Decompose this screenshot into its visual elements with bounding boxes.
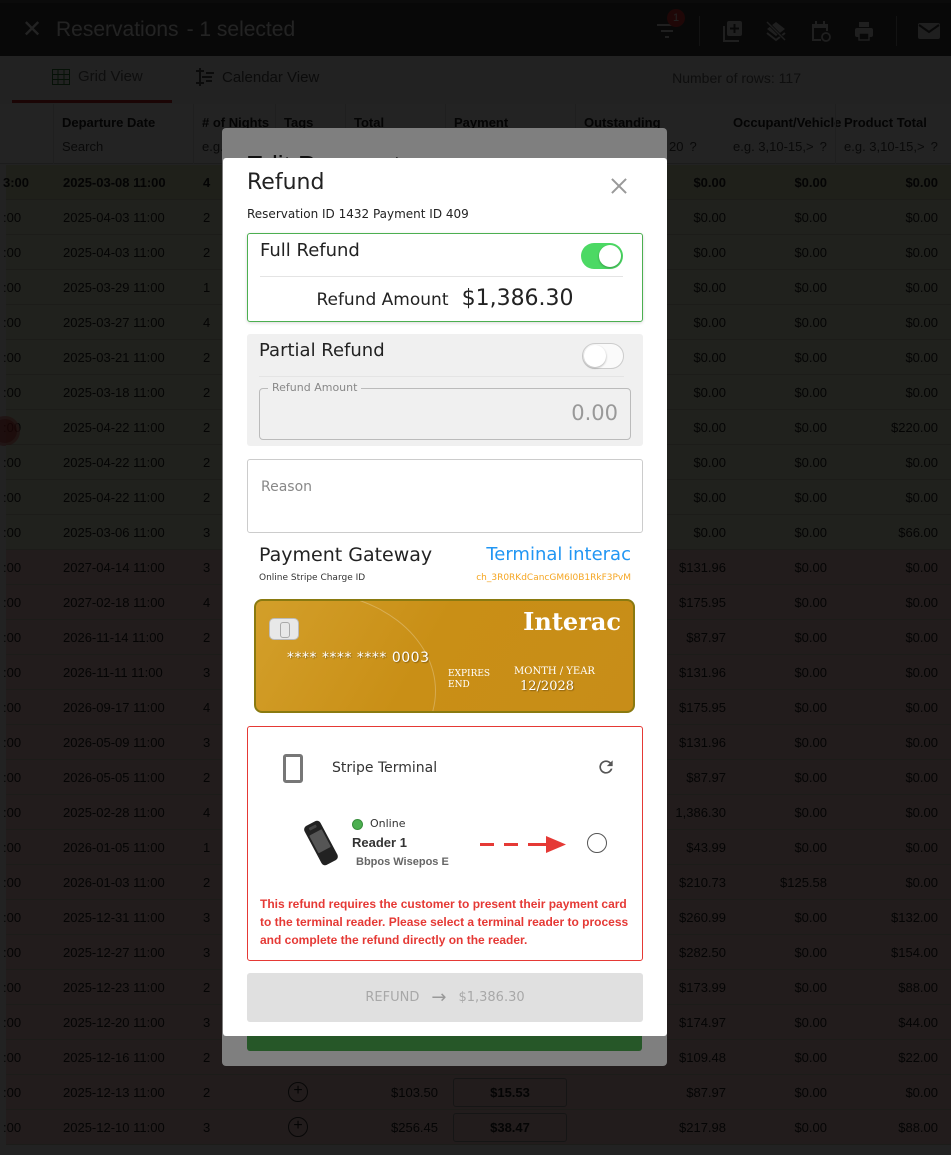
refund-modal: Refund Reservation ID 1432 Payment ID 40… [223,158,667,1036]
reader-model: Bbpos Wisepos E [356,856,449,868]
charge-id-value: ch_3R0RKdCancGM6I0B1RkF3PvM [476,573,631,583]
card-brand: Interac [523,607,621,636]
refund-ids: Reservation ID 1432 Payment ID 409 [247,207,469,221]
refund-button-amount: $1,386.30 [458,990,525,1005]
full-refund-section: Full Refund Refund Amount $1,386.30 [247,233,643,322]
reason-field [247,459,643,533]
refresh-icon[interactable] [596,757,616,777]
partial-refund-label: Partial Refund [259,340,385,361]
card-reader-icon [304,820,338,866]
close-icon[interactable] [609,176,629,196]
card-number: **** **** **** 0003 [287,650,430,666]
refund-modal-title: Refund [247,170,325,195]
dashed-arrow-icon [480,836,566,853]
payment-gateway-value: Terminal interac [486,544,631,565]
refund-amount-label: Refund Amount [316,290,449,310]
expires-text: EXPIRES [448,669,491,679]
payment-gateway-label: Payment Gateway [259,544,433,566]
partial-refund-amount-field: Refund Amount [259,381,631,440]
card-expires-label: EXPIRES END [448,669,490,691]
refund-button[interactable]: REFUND → $1,386.30 [247,973,643,1022]
refund-button-label: REFUND [365,990,420,1005]
card-expiry: 12/2028 [520,679,575,694]
payment-card: Interac **** **** **** 0003 EXPIRES END M… [254,599,635,713]
reason-input[interactable] [248,460,642,532]
partial-refund-amount-input[interactable] [418,401,618,425]
mobile-device-icon [283,754,303,783]
online-status-indicator [352,819,363,830]
divider [260,276,623,277]
divider [259,376,624,377]
card-month-year-label: MONTH / YEAR [514,666,595,677]
toggle-knob [584,345,606,367]
stripe-terminal-section: Stripe Terminal Online Reader 1 Bbpos Wi… [247,726,643,961]
full-refund-label: Full Refund [260,240,360,261]
toggle-knob [599,245,621,267]
reader-name: Reader 1 [352,835,407,850]
end-text: END [448,680,470,690]
reader-status: Online [370,817,406,830]
charge-id-label: Online Stripe Charge ID [259,573,366,583]
reader-select-radio[interactable] [587,833,607,853]
card-chip-icon [269,618,299,640]
refund-amount-value: $1,386.30 [461,286,574,311]
full-refund-toggle[interactable] [581,243,623,269]
arrow-right-icon: → [431,987,447,1008]
partial-refund-toggle[interactable] [582,343,624,369]
terminal-title: Stripe Terminal [332,760,438,776]
terminal-warning: This refund requires the customer to pre… [260,897,629,947]
refund-amount-row: Refund Amount $1,386.30 [248,286,642,311]
partial-refund-amount-label: Refund Amount [268,381,362,394]
partial-refund-section: Partial Refund Refund Amount [247,334,643,446]
